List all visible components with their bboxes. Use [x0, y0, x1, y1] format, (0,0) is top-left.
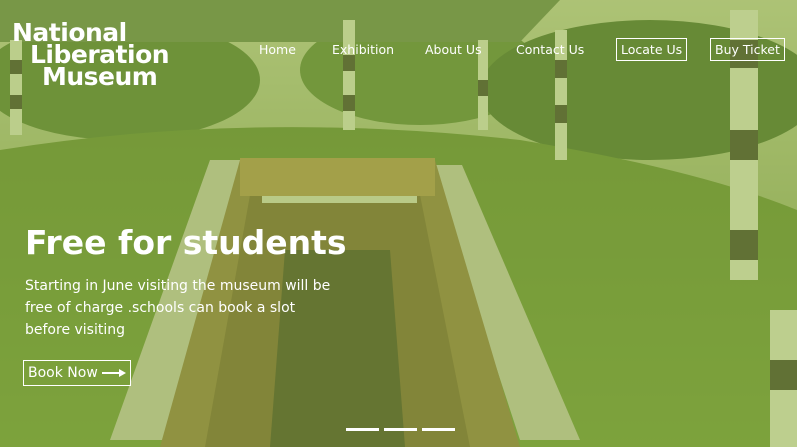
main-nav: Home Exhibition About Us Contact Us Loca… [0, 38, 797, 62]
hero-description: Starting in June visiting the museum wil… [25, 278, 331, 338]
locate-us-button[interactable]: Locate Us [616, 38, 688, 61]
hero-banner: National Liberation Museum Home Exhibiti… [0, 0, 797, 447]
slide-indicator-1[interactable] [346, 428, 379, 431]
nav-link-home[interactable]: Home [259, 38, 296, 62]
slide-indicator-2[interactable] [384, 428, 417, 431]
nav-link-about-us[interactable]: About Us [425, 38, 482, 62]
arrow-right-icon [101, 369, 126, 377]
logo-line-museum: Museum [42, 62, 158, 91]
slide-indicators [346, 428, 455, 431]
nav-link-contact-us[interactable]: Contact Us [516, 38, 584, 62]
buy-ticket-button[interactable]: Buy Ticket [710, 38, 785, 61]
nav-link-exhibition[interactable]: Exhibition [332, 38, 394, 62]
slide-indicator-3[interactable] [422, 428, 455, 431]
hero-headline: Free for students [25, 223, 347, 262]
book-now-button[interactable]: Book Now [23, 360, 131, 386]
book-now-label: Book Now [28, 365, 98, 381]
